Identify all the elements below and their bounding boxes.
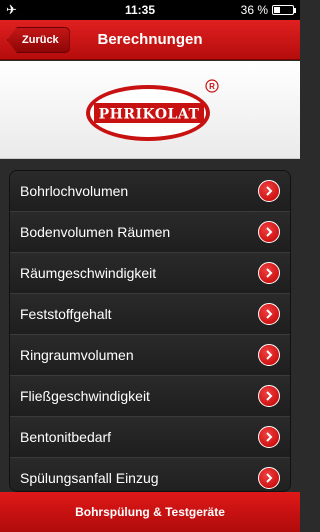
list-item-raeumgeschwindigkeit[interactable]: Räumgeschwindigkeit <box>10 253 290 294</box>
list-item-feststoffgehalt[interactable]: Feststoffgehalt <box>10 294 290 335</box>
list-item-label: Fließgeschwindigkeit <box>20 388 150 404</box>
status-time: 11:35 <box>124 3 156 17</box>
list-item-fliessgeschwindigkeit[interactable]: Fließgeschwindigkeit <box>10 376 290 417</box>
chevron-right-icon[interactable] <box>258 303 280 325</box>
calculation-list: Bohrlochvolumen Bodenvolumen Räumen Räum… <box>9 170 291 492</box>
bottom-bar-label[interactable]: Bohrspülung & Testgeräte <box>75 505 225 519</box>
battery-text: 36 % <box>240 3 268 17</box>
list-item-spuelungsanfall-einzug[interactable]: Spülungsanfall Einzug <box>10 458 290 491</box>
back-button[interactable]: Zurück <box>7 27 70 53</box>
list-item-label: Spülungsanfall Einzug <box>20 470 159 486</box>
svg-text:R: R <box>209 82 215 91</box>
list-item-bohrlochvolumen[interactable]: Bohrlochvolumen <box>10 171 290 212</box>
chevron-right-icon[interactable] <box>258 344 280 366</box>
list-item-bentonitbedarf[interactable]: Bentonitbedarf <box>10 417 290 458</box>
page-title: Berechnungen <box>97 31 203 48</box>
bottom-tab-bar[interactable]: Bohrspülung & Testgeräte <box>0 492 300 532</box>
chevron-right-icon[interactable] <box>258 221 280 243</box>
battery-status: 36 % <box>234 3 296 17</box>
list-item-bodenvolumen-raeumen[interactable]: Bodenvolumen Räumen <box>10 212 290 253</box>
list-item-label: Räumgeschwindigkeit <box>20 265 157 281</box>
list-item-label: Bentonitbedarf <box>20 429 112 445</box>
list-item-label: Ringraumvolumen <box>20 347 134 363</box>
battery-icon <box>272 5 296 15</box>
navigation-bar: Zurück Berechnungen <box>0 20 300 60</box>
airplane-icon: ✈ <box>6 2 17 17</box>
svg-text:PHRIKOLAT: PHRIKOLAT <box>99 107 200 123</box>
list-item-label: Bodenvolumen Räumen <box>20 224 171 240</box>
chevron-right-icon[interactable] <box>258 426 280 448</box>
status-bar: ✈ 11:35 36 % <box>0 0 300 20</box>
chevron-right-icon[interactable] <box>258 262 280 284</box>
logo-banner: PHRIKOLAT R <box>0 61 300 159</box>
list-item-label: Feststoffgehalt <box>20 306 112 322</box>
list-item-label: Bohrlochvolumen <box>20 183 129 199</box>
chevron-right-icon[interactable] <box>258 180 280 202</box>
chevron-right-icon[interactable] <box>258 467 280 489</box>
phrikolat-logo: PHRIKOLAT R <box>86 79 219 141</box>
list-item-ringraumvolumen[interactable]: Ringraumvolumen <box>10 335 290 376</box>
chevron-right-icon[interactable] <box>258 385 280 407</box>
